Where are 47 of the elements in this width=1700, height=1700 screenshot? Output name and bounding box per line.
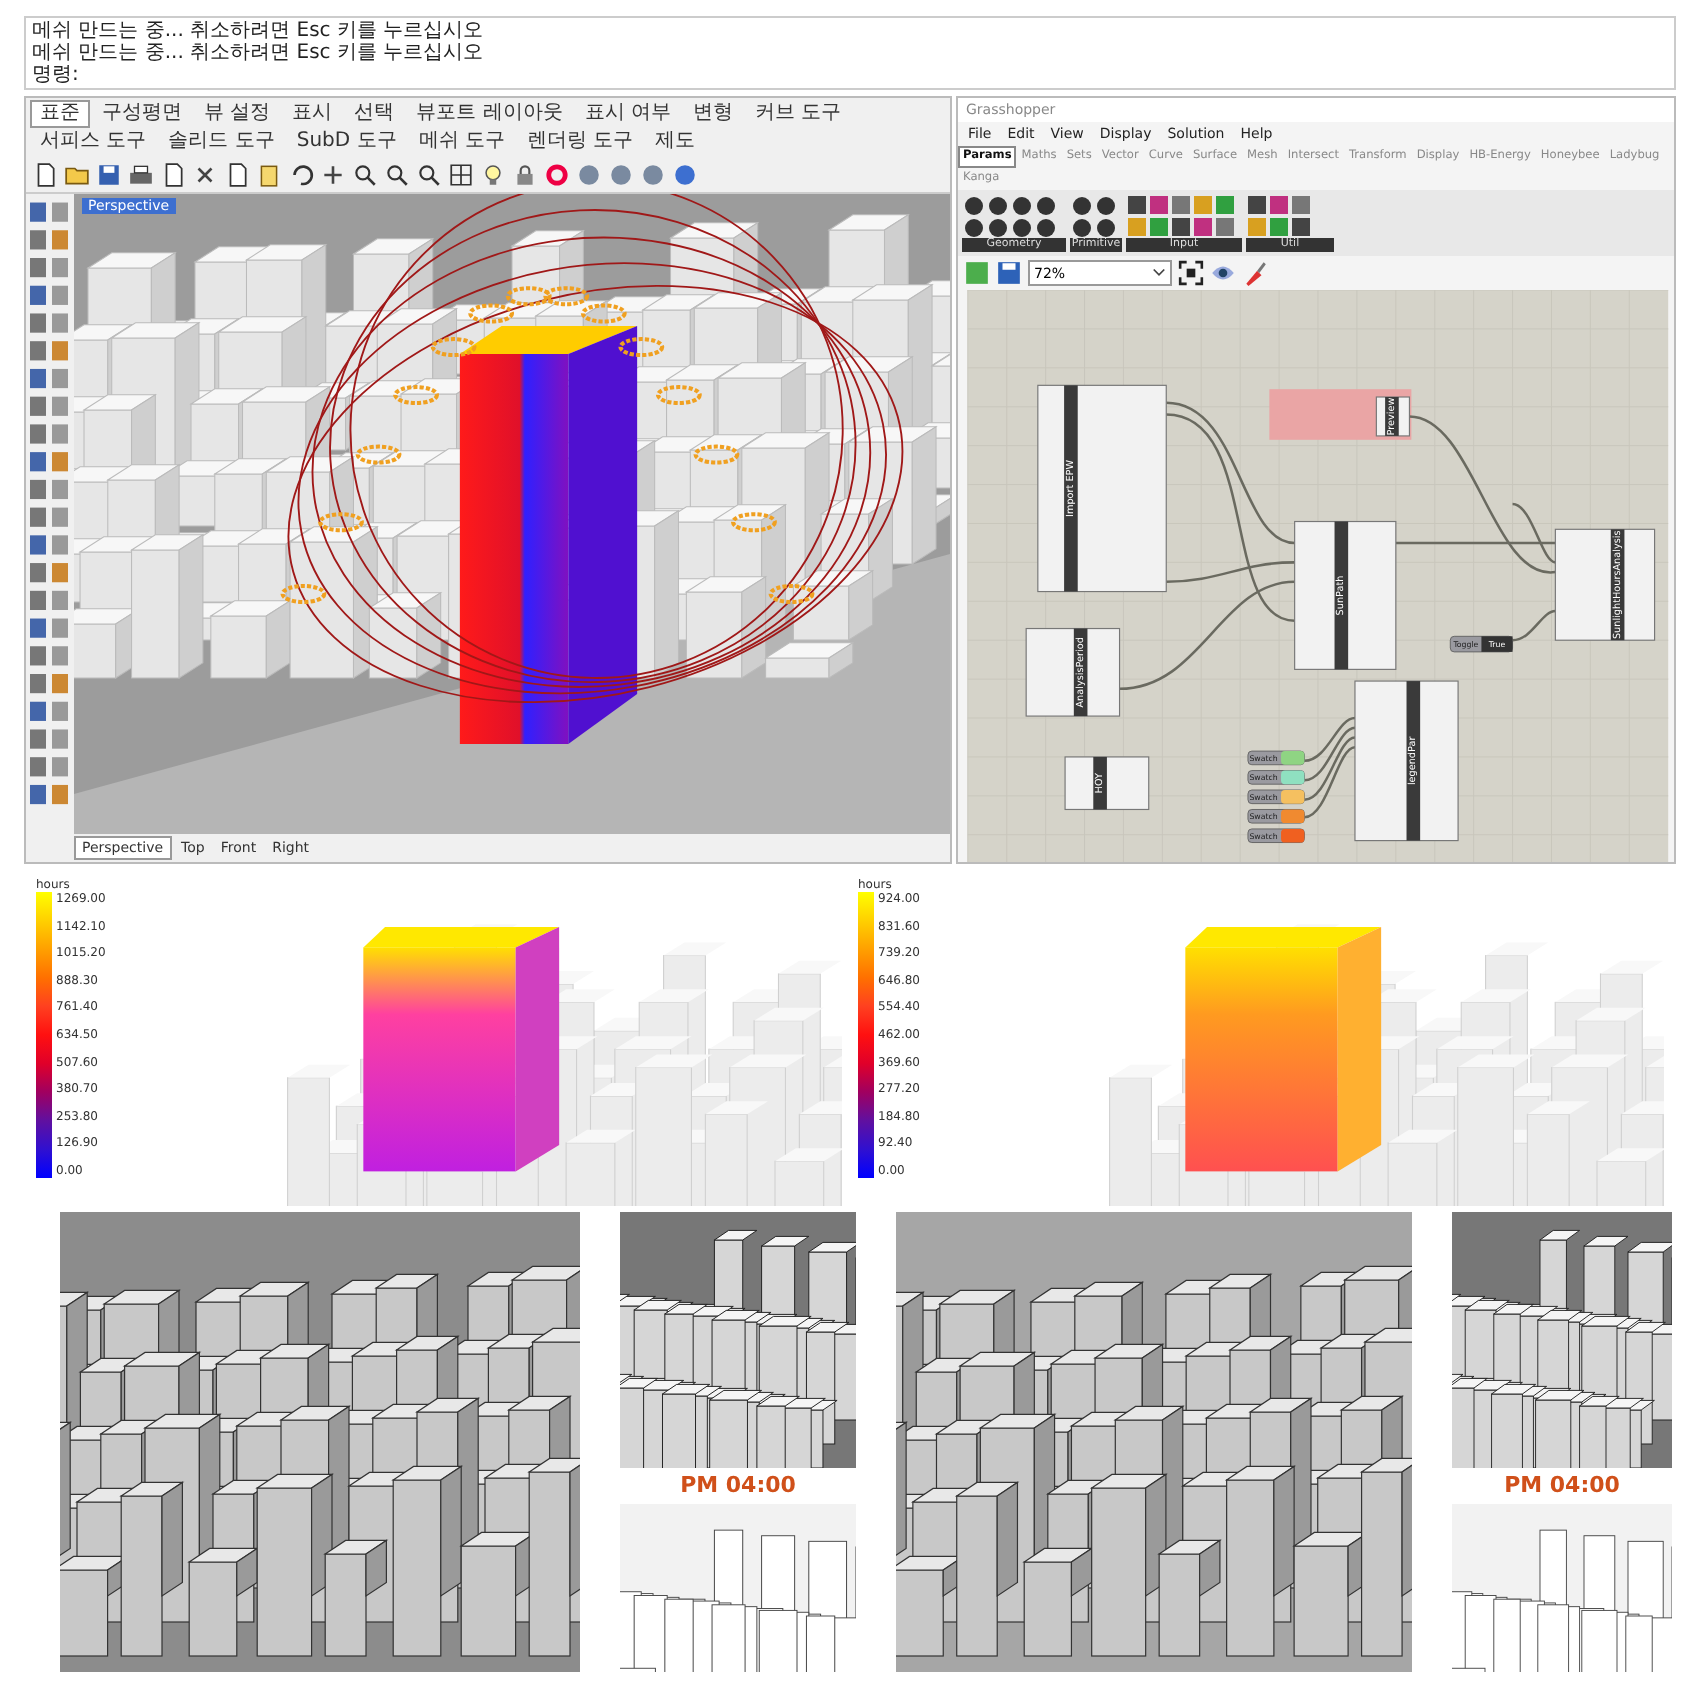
page-icon[interactable]	[224, 162, 250, 188]
sphere-icon[interactable]	[608, 162, 634, 188]
caret-icon	[1152, 266, 1166, 280]
clipboard-icon[interactable]	[256, 162, 282, 188]
sphere-icon[interactable]	[640, 162, 666, 188]
lock-icon[interactable]	[512, 162, 538, 188]
printer-icon[interactable]	[128, 162, 154, 188]
toolbar-tab[interactable]: 뷰포트 레이아웃	[406, 100, 573, 128]
toolbar-tab[interactable]: 렌더링 도구	[516, 128, 644, 156]
help-icon[interactable]	[672, 162, 698, 188]
square-icon[interactable]	[964, 260, 990, 286]
toolbar-tab[interactable]: 변형	[683, 100, 744, 128]
page-icon[interactable]	[160, 162, 186, 188]
brush-icon[interactable]	[1242, 260, 1268, 286]
grid-icon[interactable]	[448, 162, 474, 188]
search-icon[interactable]	[352, 162, 378, 188]
wire	[1304, 736, 1356, 801]
time-caption: PM 04:00	[1502, 1470, 1622, 1502]
toolbar-tab[interactable]: 구성평면	[92, 100, 192, 128]
search-icon[interactable]	[384, 162, 410, 188]
toolbar-tab[interactable]: 선택	[344, 100, 405, 128]
ring-icon[interactable]	[544, 162, 570, 188]
page-icon[interactable]	[32, 162, 58, 188]
toolbar-tab[interactable]: 표준	[30, 100, 90, 128]
command-message: 메쉬 만드는 중... 취소하려면 Esc 키를 누르십시오	[32, 20, 486, 42]
bulb-icon[interactable]	[480, 162, 506, 188]
toolbar-tab[interactable]: SubD 도구	[286, 128, 407, 156]
wire	[1512, 609, 1556, 642]
toolbar-tab[interactable]: 메쉬 도구	[408, 128, 515, 156]
command-prompt[interactable]: 명령:	[32, 64, 1668, 86]
command-message: 메쉬 만드는 중... 취소하려면 Esc 키를 누르십시오	[32, 42, 486, 64]
plus-icon[interactable]	[320, 162, 346, 188]
sphere-icon[interactable]	[576, 162, 602, 188]
toolbar-tab[interactable]: 표시 여부	[574, 100, 682, 128]
frame-icon[interactable]	[1178, 260, 1204, 286]
undo-icon[interactable]	[288, 162, 314, 188]
toolbar-tab[interactable]: 표시	[282, 100, 343, 128]
cross-icon[interactable]	[192, 162, 218, 188]
wire	[1304, 726, 1356, 782]
toolbar-tab[interactable]: 솔리드 도구	[158, 128, 285, 156]
toolbar-tab[interactable]: 서피스 도구	[30, 128, 157, 156]
folder-icon[interactable]	[64, 162, 90, 188]
time-caption: PM 04:00	[678, 1470, 798, 1502]
toolbar-tab[interactable]: 제도	[645, 128, 706, 156]
toolbar-tab[interactable]: 뷰 설정	[194, 100, 281, 128]
search-icon[interactable]	[416, 162, 442, 188]
toolbar-tab[interactable]: 커브 도구	[745, 100, 852, 128]
